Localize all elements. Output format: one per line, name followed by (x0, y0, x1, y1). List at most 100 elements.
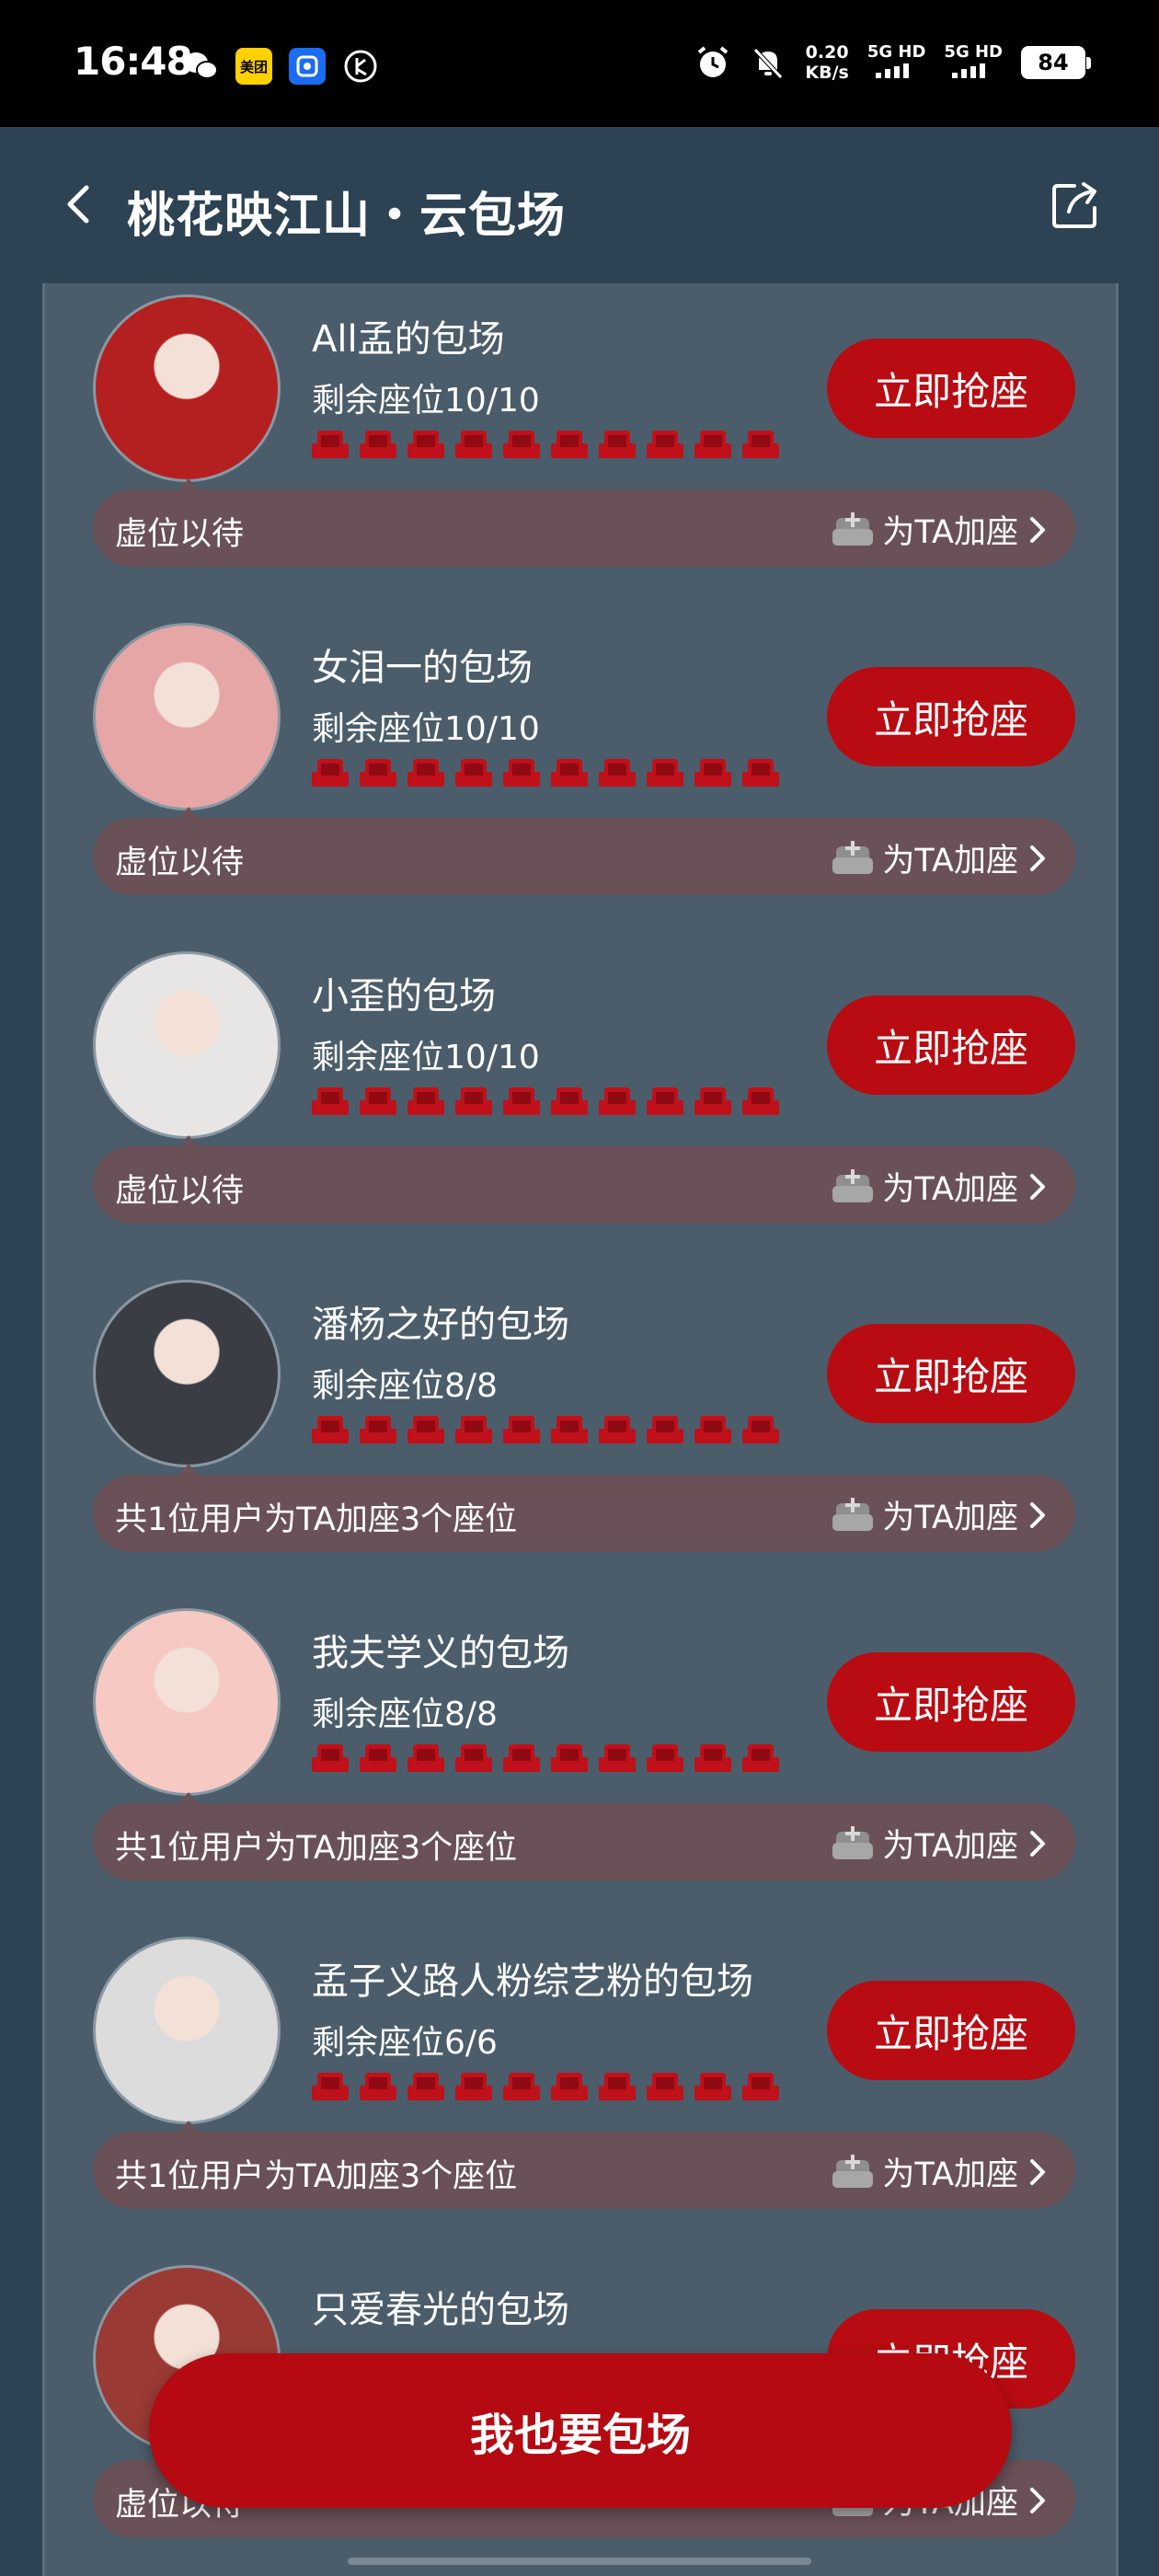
add-seat-label: 为TA加座 (882, 514, 1018, 551)
room-card[interactable]: 孟子义路人粉综艺粉的包场 剩余座位6/6 立即抢座 共1位用户为TA加座3个座位 为TA… (45, 1926, 1116, 2254)
chevron-right-icon (1027, 1828, 1048, 1859)
seat-icon (647, 1412, 683, 1445)
chevron-left-icon[interactable] (57, 182, 101, 226)
meituan-label: 美团 (239, 58, 268, 75)
seat-icon (312, 2069, 349, 2102)
add-seat-link[interactable]: 为TA加座 (832, 2148, 1048, 2195)
seat-icon (360, 427, 396, 460)
add-seat-link[interactable]: 为TA加座 (832, 1163, 1048, 1210)
seat-icon (551, 1741, 588, 1774)
room-card[interactable]: 我夫学义的包场剩余座位8/8 立即抢座共1位用户为TA加座3个座位 为TA加座 (45, 1597, 1116, 1926)
seats-remaining: 剩余座位8/8 (312, 1696, 498, 1733)
grab-seat-button[interactable]: 立即抢座 (827, 1324, 1075, 1423)
add-seat-icon (832, 1167, 874, 1206)
seat-icon (551, 427, 588, 460)
room-list[interactable]: All孟的包场 剩余座位10/10 立即抢座 虚位以待 为TA加座 女泪一的包场 剩余座位1… (42, 283, 1119, 2576)
add-seat-label: 为TA加座 (882, 843, 1018, 880)
add-seat-link[interactable]: 为TA加座 (832, 1491, 1048, 1538)
add-seat-label: 为TA加座 (882, 1500, 1018, 1536)
chevron-right-icon (1027, 843, 1048, 874)
seat-icon (455, 755, 492, 788)
chevron-right-icon (1027, 514, 1048, 546)
seat-info-bar: 虚位以待 为TA加座 (93, 1146, 1075, 1224)
net1-label: 5G HD (866, 41, 926, 62)
avatar[interactable] (93, 1280, 281, 1467)
app-blue-icon (289, 48, 326, 85)
seat-status-text: 共1位用户为TA加座3个座位 (115, 1830, 518, 1867)
meituan-icon: 美团 (235, 48, 272, 85)
seat-icon (551, 1412, 588, 1445)
seat-icon (312, 755, 349, 788)
seat-icon (360, 755, 396, 788)
room-card[interactable]: All孟的包场 剩余座位10/10 立即抢座 虚位以待 为TA加座 (45, 283, 1116, 612)
add-seat-icon (832, 511, 874, 549)
grab-seat-button[interactable]: 立即抢座 (827, 995, 1075, 1095)
avatar[interactable] (93, 951, 281, 1139)
app-circle-icon (342, 48, 379, 85)
page-title: 桃花映江山・云包场 (127, 189, 567, 244)
seat-icon (312, 1084, 349, 1117)
seat-info-bar: 共1位用户为TA加座3个座位 为TA加座 (93, 2132, 1075, 2209)
battery-indicator: 84 (1021, 46, 1091, 79)
wechat-icon (182, 48, 219, 85)
seat-row (312, 427, 779, 460)
share-icon[interactable] (1049, 178, 1102, 232)
grab-seat-button[interactable]: 立即抢座 (827, 1981, 1075, 2080)
grab-seat-button[interactable]: 立即抢座 (827, 667, 1075, 766)
seat-row (312, 1741, 779, 1774)
speed-unit: KB/s (805, 63, 849, 83)
seat-info-bar: 虚位以待 为TA加座 (93, 489, 1075, 567)
room-card[interactable]: 小歪的包场 剩余座位10/10 立即抢座 虚位以待 为TA加座 (45, 940, 1116, 1269)
add-seat-label: 为TA加座 (882, 2156, 1018, 2193)
seat-icon (742, 427, 779, 460)
signal-bars-icon (875, 63, 909, 78)
seat-icon (694, 1741, 731, 1774)
seat-icon (599, 1741, 636, 1774)
room-name: All孟的包场 (312, 318, 505, 361)
add-seat-icon (832, 2153, 874, 2191)
seat-icon (599, 427, 636, 460)
chevron-right-icon (1027, 2485, 1048, 2516)
seat-icon (312, 1412, 349, 1445)
avatar[interactable] (93, 623, 281, 811)
seat-icon (360, 1741, 396, 1774)
add-seat-link[interactable]: 为TA加座 (832, 1820, 1048, 1867)
add-seat-link[interactable]: 为TA加座 (832, 506, 1048, 553)
seat-icon (503, 1412, 540, 1445)
seat-status-text: 虚位以待 (115, 516, 245, 553)
seat-info-bar: 共1位用户为TA加座3个座位 为TA加座 (93, 1475, 1075, 1552)
seat-icon (360, 1084, 396, 1117)
seat-status-text: 共1位用户为TA加座3个座位 (115, 2158, 518, 2195)
seat-row (312, 755, 779, 788)
avatar[interactable] (93, 1608, 281, 1796)
system-icons: 0.20 KB/s 5G HD 5G HD 84 (694, 41, 1091, 83)
seat-icon (647, 755, 683, 788)
seat-icon (694, 427, 731, 460)
chevron-right-icon (1027, 1500, 1048, 1531)
add-seat-link[interactable]: 为TA加座 (832, 834, 1048, 881)
avatar[interactable] (93, 1937, 281, 2124)
seat-icon (455, 1741, 492, 1774)
seat-status-text: 虚位以待 (115, 845, 245, 881)
speed-value: 0.20 (805, 42, 849, 63)
signal-1: 5G HD (866, 41, 926, 83)
seat-icon (694, 1084, 731, 1117)
mute-icon (753, 48, 784, 79)
avatar[interactable] (93, 294, 281, 482)
seat-icon (503, 1084, 540, 1117)
room-card[interactable]: 潘杨之好的包场 剩余座位8/8 立即抢座 共1位用户为TA加座3个座位 为TA加座 (45, 1269, 1116, 1597)
home-indicator (348, 2558, 811, 2565)
grab-seat-button[interactable]: 立即抢座 (827, 1652, 1075, 1752)
seat-icon (694, 1412, 731, 1445)
header: 桃花映江山・云包场 (0, 127, 1159, 285)
seat-icon (742, 2069, 779, 2102)
room-name: 我夫学义的包场 (312, 1632, 569, 1674)
room-card[interactable]: 女泪一的包场 剩余座位10/10 立即抢座 虚位以待 为TA加座 (45, 612, 1116, 940)
seat-icon (455, 1412, 492, 1445)
seat-info-bar: 虚位以待 为TA加座 (93, 818, 1075, 895)
seat-icon (455, 1084, 492, 1117)
grab-seat-button[interactable]: 立即抢座 (827, 339, 1075, 438)
seat-icon (503, 1741, 540, 1774)
seat-icon (503, 2069, 540, 2102)
start-room-button[interactable]: 我也要包场 (149, 2353, 1012, 2508)
